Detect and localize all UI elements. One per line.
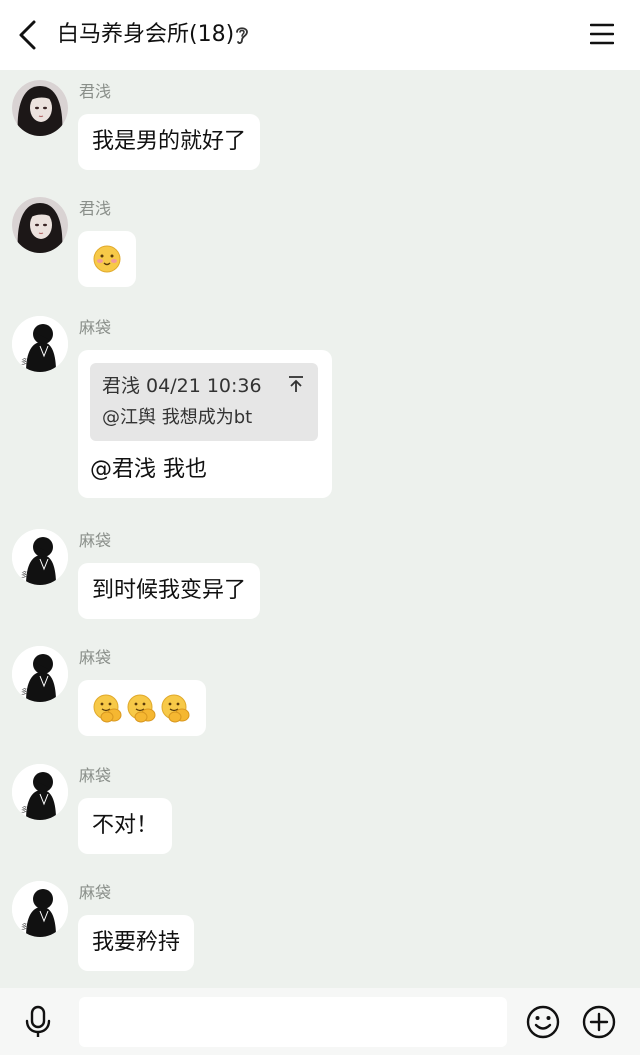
sender-name: 君浅	[79, 199, 112, 218]
avatar[interactable]: 多	[12, 529, 68, 585]
pin-top-icon[interactable]	[288, 375, 304, 393]
svg-text:多: 多	[21, 687, 28, 696]
input-bar	[0, 988, 640, 1055]
clap-emoji-icon	[93, 694, 122, 723]
sender-name: 麻袋	[79, 648, 112, 667]
svg-text:多: 多	[21, 922, 28, 931]
message-bubble[interactable]: 我是男的就好了	[78, 114, 261, 170]
svg-text:多: 多	[21, 805, 28, 814]
message-input[interactable]	[79, 997, 507, 1047]
sender-name: 麻袋	[79, 531, 112, 550]
avatar[interactable]	[12, 80, 68, 136]
sender-name: 君浅	[79, 82, 112, 101]
avatar[interactable]: 多	[12, 316, 68, 372]
quoted-message[interactable]: 君浅 04/21 10:36 @江舆 我想成为bt	[90, 363, 318, 441]
microphone-icon[interactable]	[22, 1005, 54, 1039]
message-bubble[interactable]: 君浅 04/21 10:36 @江舆 我想成为bt @君浅 我也	[78, 350, 332, 498]
message-bubble[interactable]: 不对！	[78, 798, 173, 854]
avatar[interactable]: 多	[12, 646, 68, 702]
clap-emoji-icon	[161, 694, 190, 723]
quote-text: @江舆 我想成为bt	[102, 407, 253, 428]
emoji-icon[interactable]	[525, 1004, 561, 1040]
quote-author-time: 君浅 04/21 10:36	[102, 375, 262, 397]
ear-icon	[236, 27, 248, 44]
message-bubble[interactable]	[78, 680, 206, 736]
chat-title: 白马养身会所(18)	[57, 22, 235, 47]
svg-text:多: 多	[21, 570, 28, 579]
smile-emoji-icon	[93, 245, 121, 273]
avatar[interactable]: 多	[12, 764, 68, 820]
plus-icon[interactable]	[581, 1004, 617, 1040]
message-bubble[interactable]: 我要矜持	[78, 915, 195, 971]
back-arrow-icon[interactable]	[14, 18, 44, 52]
sender-name: 麻袋	[79, 766, 112, 785]
sender-name: 麻袋	[79, 318, 112, 337]
menu-icon[interactable]	[590, 22, 614, 46]
clap-emoji-icon	[127, 694, 156, 723]
message-bubble[interactable]: 到时候我变异了	[78, 563, 261, 619]
svg-text:多: 多	[21, 357, 28, 366]
avatar[interactable]	[12, 197, 68, 253]
message-bubble[interactable]	[78, 231, 136, 287]
message-list[interactable]: 君浅 我是男的就好了 君浅 多 麻袋 君浅 04/21 10:36 @江舆 我想…	[0, 70, 640, 988]
message-text: @君浅 我也	[90, 457, 207, 482]
avatar[interactable]: 多	[12, 881, 68, 937]
chat-header: 白马养身会所(18)	[0, 0, 640, 70]
sender-name: 麻袋	[79, 883, 112, 902]
